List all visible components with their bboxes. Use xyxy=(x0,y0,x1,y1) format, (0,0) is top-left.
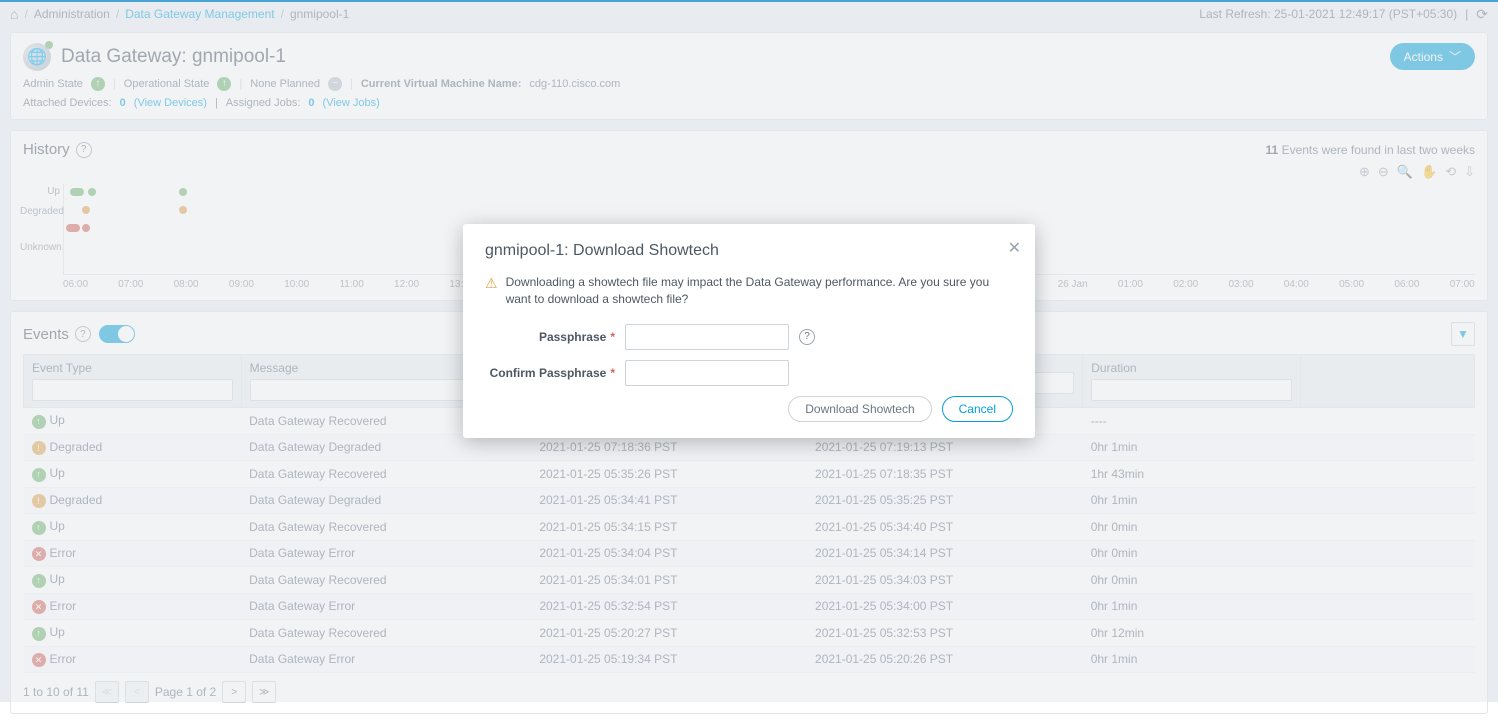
confirm-passphrase-label: Confirm Passphrase* xyxy=(485,366,615,380)
warning-icon: ⚠ xyxy=(485,274,498,308)
passphrase-label: Passphrase* xyxy=(485,330,615,344)
close-icon[interactable]: ✕ xyxy=(1008,238,1021,258)
download-showtech-button[interactable]: Download Showtech xyxy=(788,396,931,422)
modal-warning-text: Downloading a showtech file may impact t… xyxy=(506,274,1013,308)
confirm-passphrase-input[interactable] xyxy=(625,360,789,386)
cancel-button[interactable]: Cancel xyxy=(942,396,1013,422)
modal-title: gnmipool-1: Download Showtech xyxy=(485,242,1013,260)
help-icon[interactable]: ? xyxy=(799,329,815,345)
passphrase-input[interactable] xyxy=(625,324,789,350)
download-showtech-modal: gnmipool-1: Download Showtech ✕ ⚠ Downlo… xyxy=(463,224,1035,438)
